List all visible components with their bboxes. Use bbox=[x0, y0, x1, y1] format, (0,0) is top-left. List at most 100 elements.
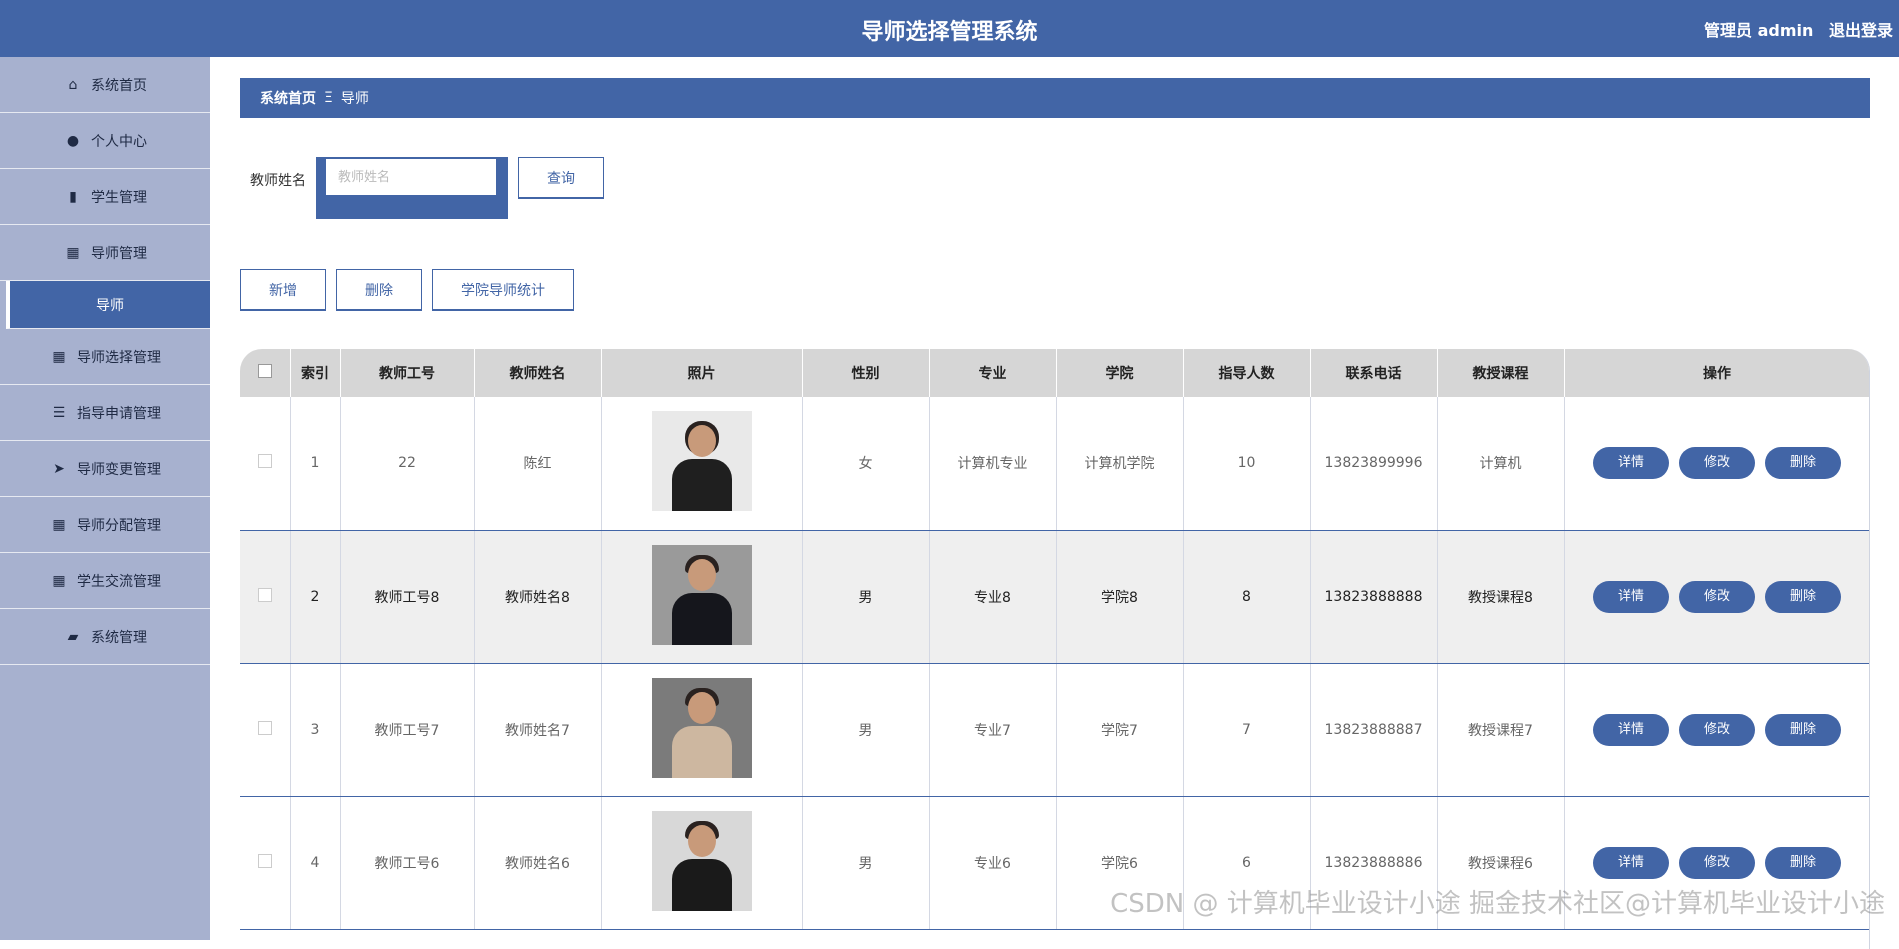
cell-photo bbox=[601, 530, 802, 663]
sidebar-item-profile[interactable]: ● 个人中心 bbox=[0, 113, 210, 169]
sidebar-item-tutor-manage[interactable]: ▦ 导师管理 bbox=[0, 225, 210, 281]
detail-button[interactable]: 详情 bbox=[1593, 581, 1669, 613]
cell-index: 3 bbox=[290, 663, 340, 796]
cell-count: 8 bbox=[1183, 530, 1310, 663]
app-title: 导师选择管理系统 bbox=[0, 14, 1899, 46]
table-row: 3 教师工号7 教师姓名7 男 专业7 学院7 7 13823888887 教授… bbox=[240, 663, 1870, 796]
row-delete-button[interactable]: 删除 bbox=[1765, 714, 1841, 746]
search-label: 教师姓名 bbox=[250, 170, 306, 190]
row-checkbox[interactable] bbox=[258, 854, 272, 868]
cell-actions: 详情修改删除 bbox=[1564, 530, 1870, 663]
detail-button[interactable]: 详情 bbox=[1593, 714, 1669, 746]
sidebar-item-guidance-apply[interactable]: ☰ 指导申请管理 bbox=[0, 385, 210, 441]
select-all-checkbox[interactable] bbox=[258, 364, 272, 378]
column-header: 教师工号 bbox=[340, 349, 474, 397]
stats-button[interactable]: 学院导师统计 bbox=[432, 269, 574, 311]
column-header: 性别 bbox=[802, 349, 929, 397]
user-area: 管理员 admin 退出登录 bbox=[1694, 17, 1893, 41]
cell-major: 专业6 bbox=[929, 796, 1056, 929]
table-row: 2 教师工号8 教师姓名8 男 专业8 学院8 8 13823888888 教授… bbox=[240, 530, 1870, 663]
list-icon: ☰ bbox=[49, 405, 69, 421]
column-header: 教授课程 bbox=[1437, 349, 1564, 397]
add-button[interactable]: 新增 bbox=[240, 269, 326, 311]
search-input[interactable] bbox=[326, 159, 496, 195]
column-header: 指导人数 bbox=[1183, 349, 1310, 397]
sidebar-item-label: 学生交流管理 bbox=[77, 571, 161, 591]
sidebar-item-tutor-change[interactable]: ➤ 导师变更管理 bbox=[0, 441, 210, 497]
cell-college: 学院7 bbox=[1056, 663, 1183, 796]
sidebar-item-label: 导师分配管理 bbox=[77, 515, 161, 535]
sidebar-item-tutor-assign[interactable]: ▦ 导师分配管理 bbox=[0, 497, 210, 553]
cell-name: 陈红 bbox=[474, 397, 601, 530]
cell-photo bbox=[601, 663, 802, 796]
cell-gender: 女 bbox=[802, 397, 929, 530]
detail-button[interactable]: 详情 bbox=[1593, 847, 1669, 879]
sidebar-item-tutor[interactable]: 导师 bbox=[6, 281, 210, 329]
sidebar-item-home[interactable]: ⌂ 系统首页 bbox=[0, 57, 210, 113]
cell-gender: 男 bbox=[802, 530, 929, 663]
row-delete-button[interactable]: 删除 bbox=[1765, 847, 1841, 879]
cell-name: 教师姓名7 bbox=[474, 663, 601, 796]
sidebar-item-label: 导师变更管理 bbox=[77, 459, 161, 479]
edit-button[interactable]: 修改 bbox=[1679, 581, 1755, 613]
search-button[interactable]: 查询 bbox=[518, 157, 604, 199]
teacher-photo bbox=[652, 411, 752, 511]
sidebar-item-label: 导师选择管理 bbox=[77, 347, 161, 367]
delete-button[interactable]: 删除 bbox=[336, 269, 422, 311]
cell-name: 教师姓名8 bbox=[474, 530, 601, 663]
grid-icon: ▦ bbox=[49, 349, 69, 365]
sidebar-item-student-exchange[interactable]: ▦ 学生交流管理 bbox=[0, 553, 210, 609]
cell-id: 教师工号6 bbox=[340, 796, 474, 929]
grid-icon: ▦ bbox=[49, 573, 69, 589]
cell-course: 计算机 bbox=[1437, 397, 1564, 530]
column-header: 学院 bbox=[1056, 349, 1183, 397]
cell-course: 教授课程8 bbox=[1437, 530, 1564, 663]
action-bar: 新增 删除 学院导师统计 bbox=[240, 269, 584, 311]
edit-button[interactable]: 修改 bbox=[1679, 447, 1755, 479]
teacher-photo bbox=[652, 811, 752, 911]
cell-count: 10 bbox=[1183, 397, 1310, 530]
cell-gender: 男 bbox=[802, 663, 929, 796]
tutor-table: 索引 教师工号 教师姓名 照片 性别 专业 学院 指导人数 联系电话 教授课程 … bbox=[240, 349, 1870, 949]
cell-phone: 13823888888 bbox=[1310, 530, 1437, 663]
send-icon: ➤ bbox=[49, 461, 69, 477]
teacher-photo bbox=[652, 545, 752, 645]
column-header: 教师姓名 bbox=[474, 349, 601, 397]
breadcrumb-home[interactable]: 系统首页 bbox=[260, 88, 316, 108]
cell-count: 7 bbox=[1183, 663, 1310, 796]
sidebar-item-tutor-selection[interactable]: ▦ 导师选择管理 bbox=[0, 329, 210, 385]
row-checkbox[interactable] bbox=[258, 588, 272, 602]
sidebar: ⌂ 系统首页 ● 个人中心 ▮ 学生管理 ▦ 导师管理 导师 ▦ 导师选择管理 … bbox=[0, 57, 210, 940]
select-all-cell[interactable] bbox=[240, 349, 290, 397]
detail-button[interactable]: 详情 bbox=[1593, 447, 1669, 479]
row-checkbox[interactable] bbox=[258, 454, 272, 468]
sidebar-item-label: 学生管理 bbox=[91, 187, 147, 207]
book-icon: ▮ bbox=[63, 189, 83, 205]
cell-actions: 详情修改删除 bbox=[1564, 397, 1870, 530]
grid-icon: ▦ bbox=[63, 245, 83, 261]
sidebar-item-label: 系统首页 bbox=[91, 75, 147, 95]
row-checkbox[interactable] bbox=[258, 721, 272, 735]
sidebar-item-label: 系统管理 bbox=[91, 627, 147, 647]
sidebar-item-students[interactable]: ▮ 学生管理 bbox=[0, 169, 210, 225]
cell-major: 专业7 bbox=[929, 663, 1056, 796]
row-delete-button[interactable]: 删除 bbox=[1765, 447, 1841, 479]
logout-link[interactable]: 退出登录 bbox=[1829, 21, 1893, 40]
column-header: 联系电话 bbox=[1310, 349, 1437, 397]
user-label: 管理员 admin bbox=[1704, 21, 1813, 40]
breadcrumb-separator: Ξ bbox=[324, 90, 333, 106]
cell-gender: 男 bbox=[802, 796, 929, 929]
column-header: 专业 bbox=[929, 349, 1056, 397]
sidebar-item-label: 指导申请管理 bbox=[77, 403, 161, 423]
edit-button[interactable]: 修改 bbox=[1679, 714, 1755, 746]
edit-button[interactable]: 修改 bbox=[1679, 847, 1755, 879]
row-delete-button[interactable]: 删除 bbox=[1765, 581, 1841, 613]
cell-index: 2 bbox=[290, 530, 340, 663]
cell-id: 教师工号8 bbox=[340, 530, 474, 663]
cell-college: 计算机学院 bbox=[1056, 397, 1183, 530]
teacher-photo bbox=[652, 678, 752, 778]
cell-college: 学院8 bbox=[1056, 530, 1183, 663]
sidebar-item-system[interactable]: ▰ 系统管理 bbox=[0, 609, 210, 665]
cell-course: 教授课程7 bbox=[1437, 663, 1564, 796]
cell-photo bbox=[601, 397, 802, 530]
